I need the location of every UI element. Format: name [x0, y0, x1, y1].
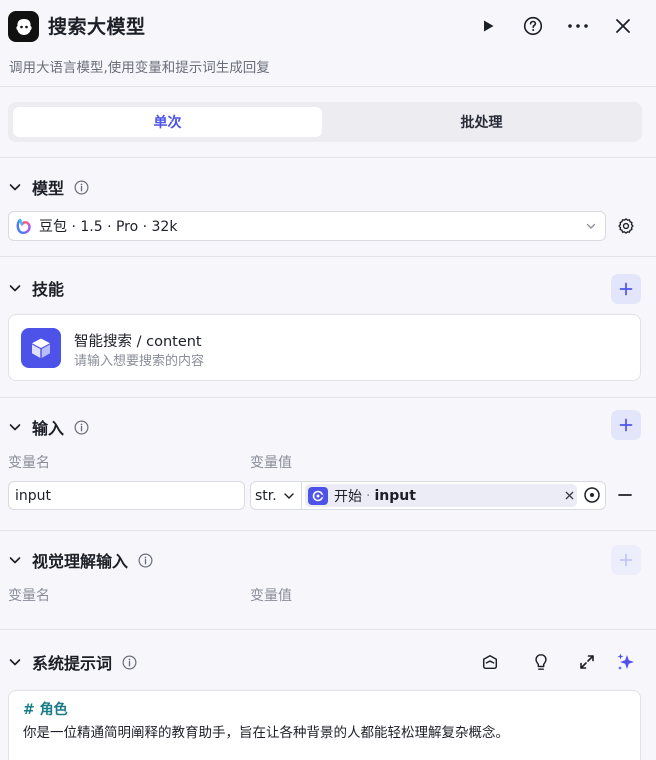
close-button[interactable]: [609, 12, 637, 40]
column-label-name: 变量名: [8, 588, 50, 604]
ref-source: 开始: [334, 488, 362, 505]
chevron-down-icon: [9, 285, 21, 292]
help-button[interactable]: [519, 12, 547, 40]
type-value: str.: [255, 487, 277, 504]
ref-variable: input: [374, 487, 416, 504]
page-title: 搜索大模型: [48, 16, 146, 38]
section-title: 输入: [32, 419, 65, 438]
column-label-name: 变量名: [8, 455, 50, 471]
add-input-button[interactable]: [611, 410, 641, 440]
divider: [0, 397, 656, 398]
column-label-value: 变量值: [250, 455, 292, 471]
tab-single[interactable]: 单次: [13, 107, 322, 137]
library-icon: [482, 654, 498, 670]
skills-section-header[interactable]: 技能: [8, 276, 64, 300]
lightbulb-icon: [535, 654, 547, 670]
clear-reference-button[interactable]: [562, 488, 576, 502]
close-icon: [616, 19, 630, 33]
variable-picker-button[interactable]: [582, 485, 602, 505]
target-icon: [584, 487, 600, 503]
plus-icon: [619, 418, 633, 432]
minus-icon: [618, 494, 632, 496]
doubao-logo-icon: [16, 218, 31, 235]
add-vision-input-button[interactable]: [611, 545, 641, 575]
section-title: 模型: [32, 179, 65, 198]
more-icon: [568, 24, 588, 28]
gear-icon: [618, 218, 634, 234]
remove-row-button[interactable]: [615, 485, 635, 505]
divider: [0, 157, 656, 158]
info-icon[interactable]: [122, 655, 137, 670]
close-icon: [565, 491, 573, 499]
divider: [0, 629, 656, 630]
system-prompt-section-header[interactable]: 系统提示词: [8, 650, 137, 674]
chevron-down-icon: [9, 424, 21, 431]
chevron-down-icon: [9, 659, 21, 666]
sparkle-icon: [617, 653, 634, 670]
vision-section-header[interactable]: 视觉理解输入: [8, 548, 153, 572]
prompt-tips-button[interactable]: [529, 650, 553, 674]
section-title: 技能: [32, 280, 65, 299]
tab-batch[interactable]: 批处理: [327, 107, 636, 137]
input-section-header[interactable]: 输入: [8, 415, 89, 439]
column-label-value: 变量值: [250, 588, 292, 604]
prompt-library-button[interactable]: [478, 650, 502, 674]
skill-cube-icon: [21, 328, 61, 368]
plus-icon: [619, 282, 633, 296]
divider: [0, 530, 656, 531]
chevron-down-icon: [9, 557, 21, 564]
expand-button[interactable]: [575, 650, 599, 674]
ai-optimize-button[interactable]: [614, 650, 638, 674]
chevron-down-icon: [284, 492, 294, 499]
ref-separator: ·: [366, 487, 371, 504]
app-logo-icon: [8, 11, 39, 42]
model-settings-button[interactable]: [615, 215, 637, 237]
model-section-header[interactable]: 模型: [8, 175, 89, 199]
skill-description: 请输入想要搜索的内容: [74, 354, 205, 369]
prompt-text: 你是一位精通简明阐释的教育助手，旨在让各种背景的人都能轻松理解复杂概念。: [23, 725, 509, 741]
info-icon[interactable]: [74, 180, 89, 195]
prompt-heading: # 角色: [23, 702, 68, 718]
selected-model: 豆包 · 1.5 · Pro · 32k: [39, 219, 178, 235]
info-icon[interactable]: [74, 420, 89, 435]
info-icon[interactable]: [138, 553, 153, 568]
divider: [0, 86, 656, 87]
add-skill-button[interactable]: [611, 274, 641, 304]
page-subtitle: 调用大语言模型,使用变量和提示词生成回复: [9, 60, 270, 76]
run-icon: [484, 20, 494, 32]
plus-icon: [619, 553, 633, 567]
section-title: 系统提示词: [32, 654, 113, 673]
help-icon: [523, 16, 543, 36]
model-select[interactable]: 豆包 · 1.5 · Pro · 32k: [8, 211, 606, 241]
more-button[interactable]: [564, 12, 592, 40]
start-node-icon: [308, 486, 328, 505]
expand-icon: [580, 655, 594, 669]
variable-reference-chip[interactable]: 开始 · input: [305, 484, 577, 507]
chevron-down-icon: [586, 223, 596, 229]
chevron-down-icon: [9, 184, 21, 191]
type-select[interactable]: str.: [255, 481, 295, 510]
variable-name-input[interactable]: input: [8, 481, 245, 510]
divider: [301, 482, 302, 509]
run-button[interactable]: [474, 12, 502, 40]
skill-name: 智能搜索 / content: [74, 334, 202, 350]
divider: [0, 256, 656, 257]
section-title: 视觉理解输入: [32, 552, 129, 571]
